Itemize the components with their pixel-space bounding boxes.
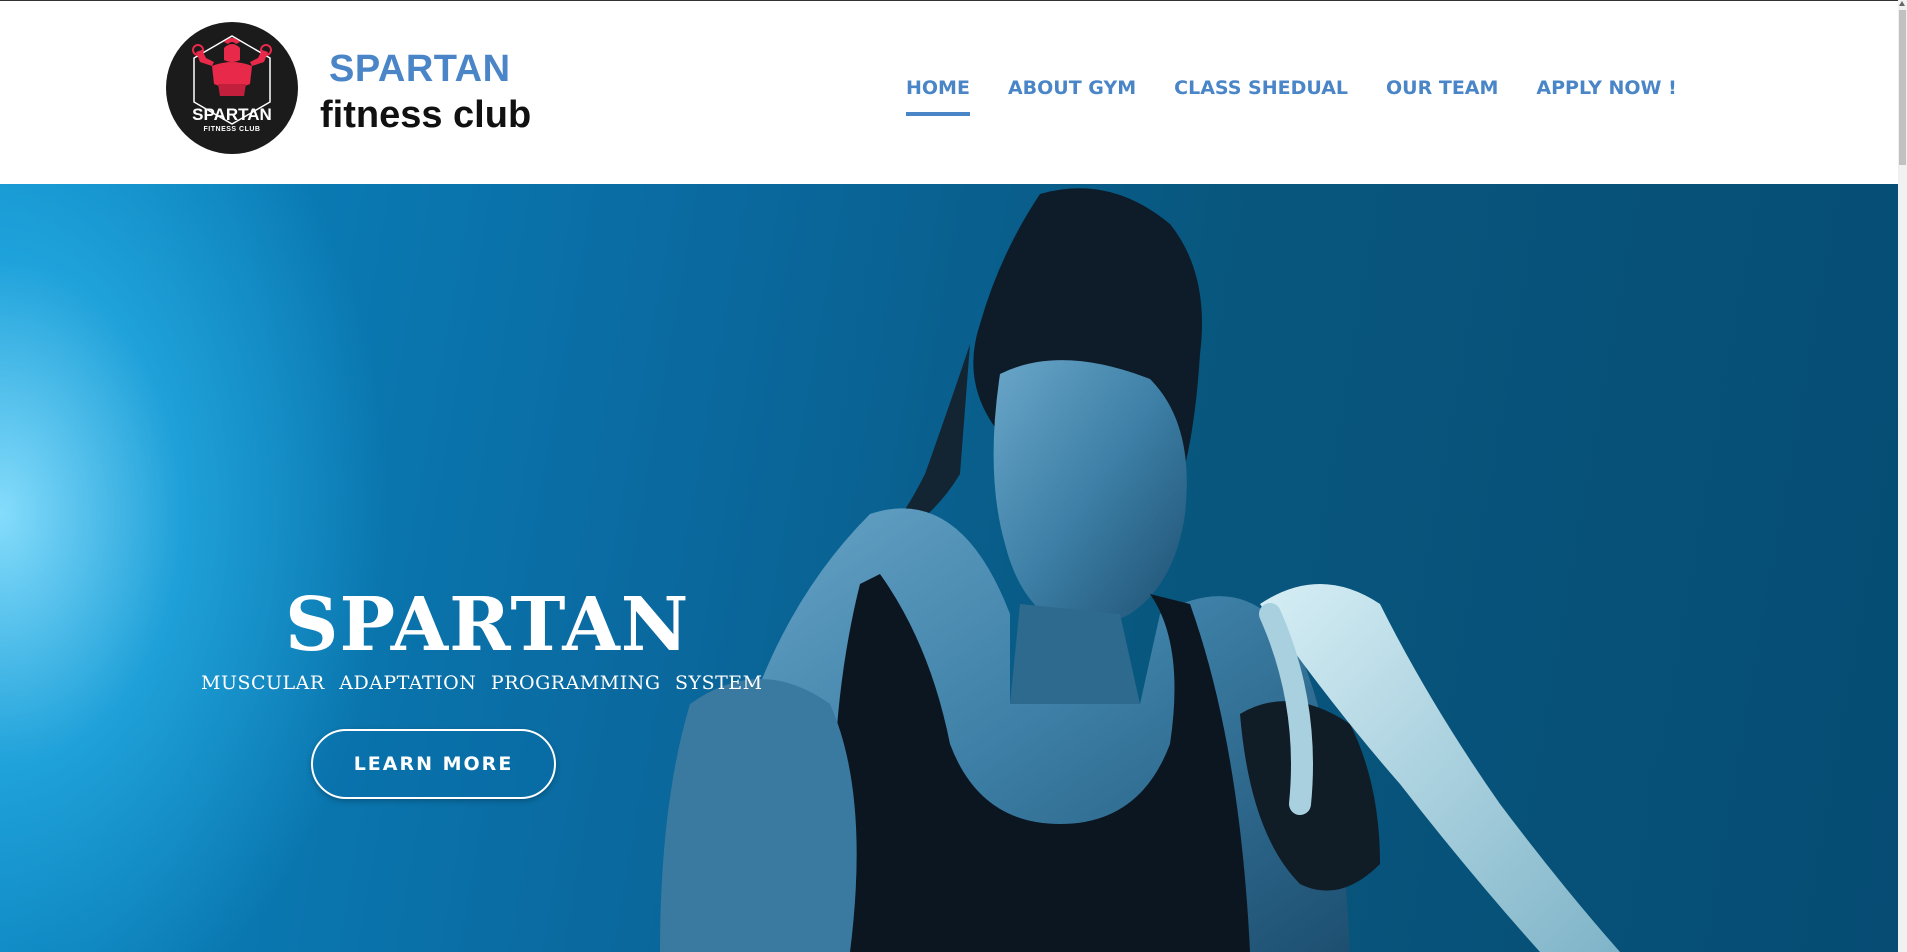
hero-title: SPARTAN bbox=[285, 582, 690, 668]
scrollbar-thumb[interactable] bbox=[1899, 10, 1906, 165]
page: SPARTAN FITNESS CLUB SPARTAN fitness clu… bbox=[0, 0, 1907, 952]
vertical-scrollbar[interactable] bbox=[1898, 0, 1907, 952]
logo-text-main: SPARTAN bbox=[192, 105, 272, 124]
nav-item-class-schedule[interactable]: CLASS SHEDUAL bbox=[1174, 77, 1348, 99]
nav-item-about-gym[interactable]: ABOUT GYM bbox=[1008, 77, 1136, 99]
main-nav: HOME ABOUT GYM CLASS SHEDUAL OUR TEAM AP… bbox=[906, 77, 1715, 116]
nav-item-apply-now[interactable]: APPLY NOW ! bbox=[1536, 77, 1676, 99]
logo[interactable]: SPARTAN FITNESS CLUB bbox=[166, 22, 298, 154]
site-header: SPARTAN FITNESS CLUB SPARTAN fitness clu… bbox=[0, 1, 1898, 184]
nav-item-home[interactable]: HOME bbox=[906, 77, 970, 116]
spartan-warrior-icon: SPARTAN FITNESS CLUB bbox=[192, 35, 272, 133]
scroll-up-icon[interactable] bbox=[1899, 1, 1905, 6]
logo-text-sub: FITNESS CLUB bbox=[204, 126, 261, 133]
brand-title[interactable]: SPARTAN bbox=[329, 48, 511, 91]
nav-item-our-team[interactable]: OUR TEAM bbox=[1386, 77, 1498, 99]
hero-subtitle: MUSCULAR ADAPTATION PROGRAMMING SYSTEM bbox=[201, 672, 763, 694]
learn-more-button[interactable]: LEARN MORE bbox=[311, 729, 556, 799]
brand-subtitle[interactable]: fitness club bbox=[320, 94, 531, 137]
hero-banner: SPARTAN MUSCULAR ADAPTATION PROGRAMMING … bbox=[0, 184, 1898, 952]
woman-battle-ropes-photo bbox=[660, 188, 1620, 952]
